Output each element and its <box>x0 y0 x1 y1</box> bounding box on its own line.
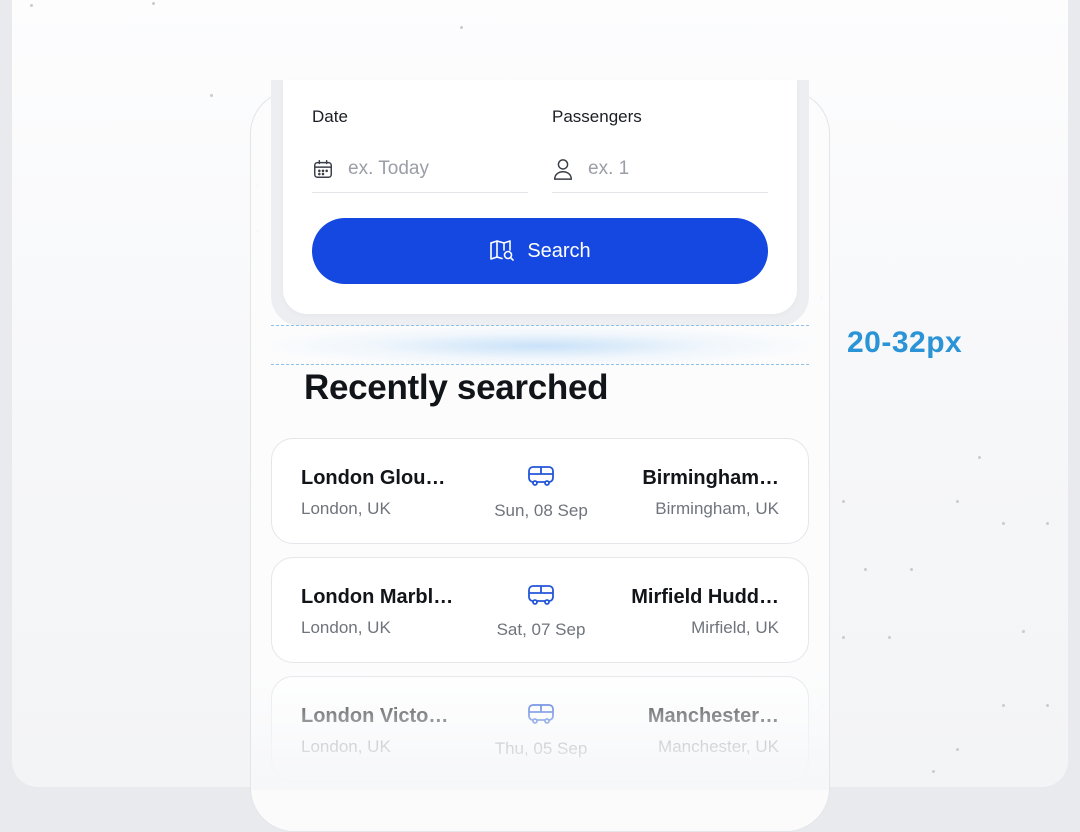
calendar-icon <box>314 160 332 178</box>
decorative-dot <box>864 568 867 571</box>
bus-icon <box>528 704 554 724</box>
date-label: Date <box>312 107 348 126</box>
recent-search-card[interactable]: London Marbl… London, UK Sat, 07 Sep Mir… <box>271 557 809 663</box>
date-field[interactable] <box>312 146 528 193</box>
passengers-input[interactable] <box>588 158 738 180</box>
bus-icon <box>528 466 554 486</box>
decorative-dot <box>888 636 891 639</box>
origin-name: London Marbl… <box>301 586 454 608</box>
destination-name: Mirfield Hudd… <box>631 586 779 608</box>
destination-city: Manchester, UK <box>658 737 779 756</box>
decorative-dot <box>152 2 155 5</box>
spacing-annotation: 20-32px <box>847 326 963 359</box>
decorative-dot <box>842 636 845 639</box>
origin-name: London Victo… <box>301 705 449 727</box>
decorative-dot <box>460 26 463 29</box>
origin-name: London Glou… <box>301 467 446 489</box>
decorative-dot <box>1022 630 1025 633</box>
spacing-guide-top <box>271 325 809 326</box>
date-input[interactable] <box>348 158 498 180</box>
decorative-dot <box>932 770 935 773</box>
search-button[interactable]: Search <box>312 218 768 284</box>
bus-icon <box>528 585 554 605</box>
decorative-dot <box>956 500 959 503</box>
destination-city: Birmingham, UK <box>655 499 779 518</box>
user-icon <box>554 159 572 180</box>
recently-searched-title: Recently searched <box>304 368 609 407</box>
decorative-dot <box>1002 522 1005 525</box>
decorative-dot <box>210 94 213 97</box>
destination-name: Manchester… <box>647 705 779 727</box>
decorative-dot <box>1046 704 1049 707</box>
spacing-highlight <box>271 326 809 366</box>
decorative-dot <box>910 568 913 571</box>
decorative-dot <box>978 456 981 459</box>
recent-search-card[interactable]: London Glou… London, UK Sun, 08 Sep Birm… <box>271 438 809 544</box>
search-button-label: Search <box>527 239 591 262</box>
destination-city: Mirfield, UK <box>691 618 779 637</box>
decorative-dot <box>842 500 845 503</box>
decorative-dot <box>30 4 33 7</box>
passengers-label: Passengers <box>552 107 642 126</box>
decorative-dot <box>1046 522 1049 525</box>
decorative-dot <box>1002 704 1005 707</box>
spacing-guide-bottom <box>271 364 809 365</box>
destination-name: Birmingham… <box>642 467 779 489</box>
passengers-field[interactable] <box>552 146 768 193</box>
map-search-icon <box>490 240 515 261</box>
recent-search-card[interactable]: London Victo… London, UK Thu, 05 Sep Man… <box>271 676 809 782</box>
decorative-dot <box>956 748 959 751</box>
